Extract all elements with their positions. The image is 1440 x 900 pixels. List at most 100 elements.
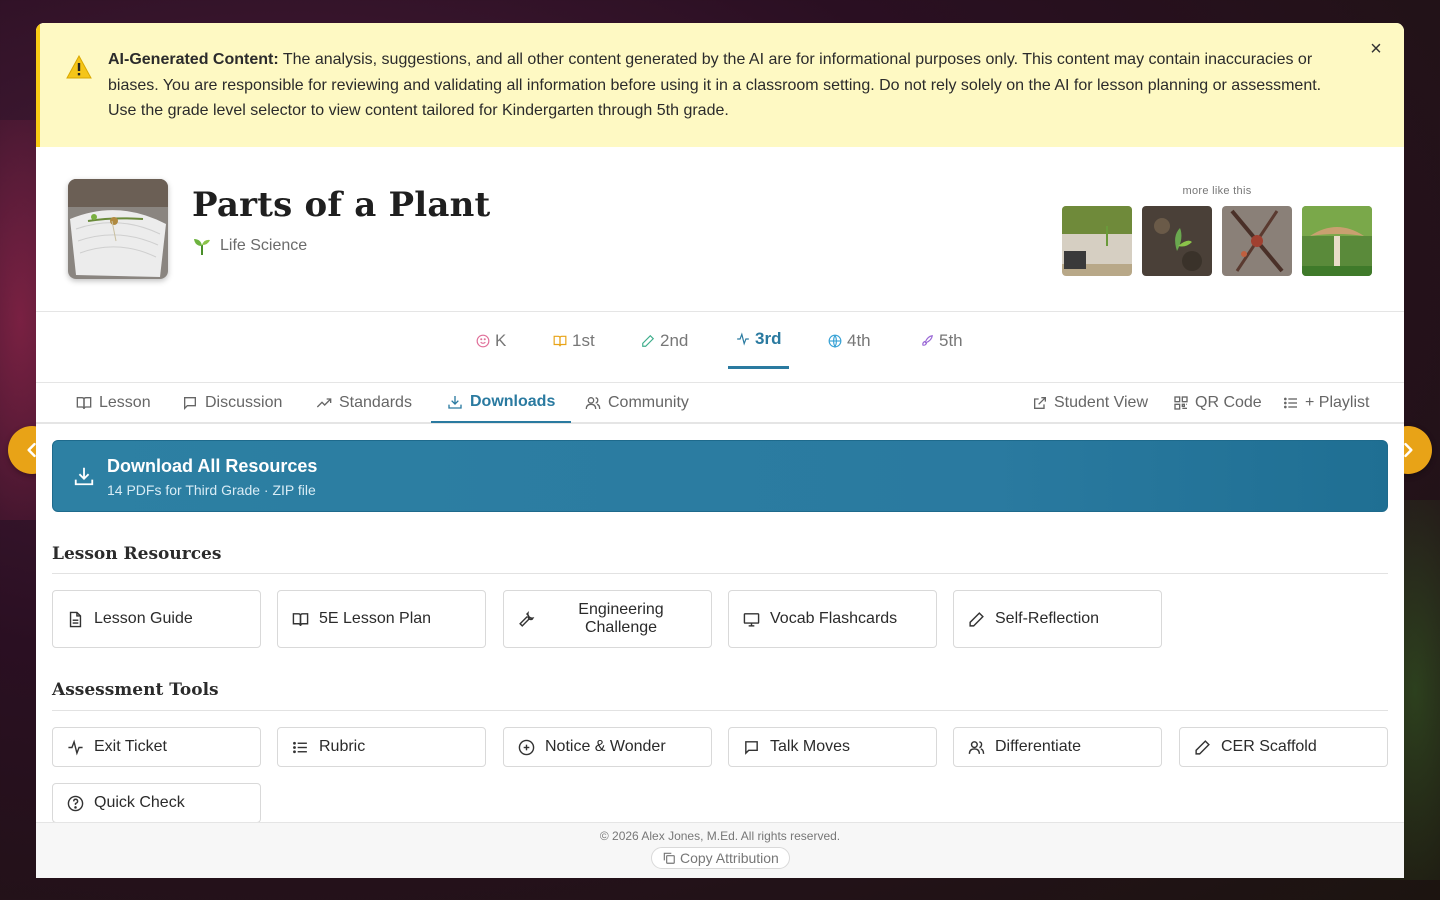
tab-label: Community <box>608 394 689 411</box>
users-icon <box>968 740 985 754</box>
smile-icon <box>476 334 490 348</box>
resource-self-reflection[interactable]: Self-Reflection <box>953 590 1162 648</box>
pencil-icon <box>642 334 655 347</box>
tool-cer-scaffold[interactable]: CER Scaffold <box>1179 727 1388 767</box>
download-all-button[interactable]: Download All Resources 14 PDFs for Third… <box>52 440 1388 512</box>
message-icon <box>184 397 196 410</box>
resource-lesson-guide[interactable]: Lesson Guide <box>52 590 261 648</box>
resource-label: Self-Reflection <box>995 610 1100 627</box>
tab-standards[interactable]: Standards <box>300 383 428 423</box>
lesson-subject: Life Science <box>192 236 307 256</box>
ai-warning-banner: AI-Generated Content: The analysis, sugg… <box>36 23 1404 147</box>
grade-label: 1st <box>572 331 595 350</box>
tool-label: Differentiate <box>995 738 1081 755</box>
download-all-subtitle: 14 PDFs for Third Grade · ZIP file <box>107 482 316 498</box>
tab-label: Discussion <box>205 394 283 411</box>
warning-label: AI-Generated Content: <box>108 51 279 68</box>
qr-code-button[interactable]: QR Code <box>1173 383 1262 423</box>
globe-icon <box>828 334 842 348</box>
grade-label: 3rd <box>755 329 782 348</box>
book-open-icon <box>76 397 92 410</box>
action-label: QR Code <box>1195 394 1262 411</box>
tool-label: Rubric <box>319 738 366 755</box>
resource-label: Vocab Flashcards <box>770 610 898 627</box>
activity-icon <box>737 332 749 346</box>
file-text-icon <box>69 611 82 627</box>
student-view-button[interactable]: Student View <box>1032 383 1148 423</box>
grade-tab-k[interactable]: K <box>468 312 514 370</box>
section-divider <box>52 710 1388 711</box>
related-lesson-thumbnail[interactable] <box>1062 206 1132 276</box>
download-all-title: Download All Resources <box>107 456 318 476</box>
tool-label: Talk Moves <box>770 738 851 755</box>
close-warning-button[interactable]: × <box>1366 39 1386 59</box>
activity-icon <box>68 738 83 756</box>
wrench-icon <box>519 610 535 627</box>
book-icon <box>553 335 567 347</box>
tab-lesson[interactable]: Lesson <box>60 383 167 423</box>
grade-tab-1st[interactable]: 1st <box>545 312 603 370</box>
copyright-text: © 2026 Alex Jones, M.Ed. All rights rese… <box>599 829 841 843</box>
pencil-icon <box>969 611 984 627</box>
section-divider <box>52 573 1388 574</box>
copy-attribution-button[interactable]: Copy Attribution <box>651 847 790 869</box>
lesson-title: Parts of a Plant <box>192 185 491 225</box>
list-icon <box>293 741 307 753</box>
attribution-label: Copy Attribution <box>680 850 779 866</box>
tool-differentiate[interactable]: Differentiate <box>953 727 1162 767</box>
grade-tab-2nd[interactable]: 2nd <box>633 312 696 370</box>
lesson-resources-heading: Lesson Resources <box>52 544 222 564</box>
resource-vocab-flashcards[interactable]: Vocab Flashcards <box>728 590 937 648</box>
users-icon <box>585 397 601 410</box>
tool-quick-check[interactable]: Quick Check <box>52 783 261 823</box>
grade-selector: K 1st 2nd 3rd 4th 5th <box>36 312 1404 383</box>
subject-label: Life Science <box>220 237 308 254</box>
tab-label: Lesson <box>99 394 151 411</box>
trending-up-icon <box>316 398 332 408</box>
tab-discussion[interactable]: Discussion <box>166 383 298 423</box>
grade-tab-5th[interactable]: 5th <box>912 312 971 370</box>
external-link-icon <box>1034 397 1046 409</box>
tool-notice-wonder[interactable]: Notice & Wonder <box>503 727 712 767</box>
related-lesson-thumbnail[interactable] <box>1302 206 1372 276</box>
resource-5e-lesson-plan[interactable]: 5E Lesson Plan <box>277 590 486 648</box>
grade-tab-3rd[interactable]: 3rd <box>728 312 790 369</box>
tool-label: CER Scaffold <box>1221 738 1317 755</box>
related-lesson-thumbnail[interactable] <box>1222 206 1292 276</box>
grade-label: 4th <box>847 331 871 350</box>
tab-community[interactable]: Community <box>569 383 705 423</box>
more-like-this-label: more like this <box>1182 185 1252 197</box>
tab-downloads[interactable]: Downloads <box>431 383 572 423</box>
tool-exit-ticket[interactable]: Exit Ticket <box>52 727 261 767</box>
lesson-tabs: Lesson Discussion Standards Downloads Co… <box>36 383 1404 424</box>
warning-text: AI-Generated Content: The analysis, sugg… <box>108 47 1348 124</box>
resource-label: Lesson Guide <box>94 610 193 627</box>
add-to-playlist-button[interactable]: + Playlist <box>1283 383 1369 423</box>
action-label: Student View <box>1054 394 1148 411</box>
warning-body: The analysis, suggestions, and all other… <box>108 51 1322 119</box>
tool-rubric[interactable]: Rubric <box>277 727 486 767</box>
grade-tab-4th[interactable]: 4th <box>820 312 879 370</box>
list-icon <box>1284 397 1297 409</box>
lesson-header: Parts of a Plant Life Science more like … <box>36 147 1404 312</box>
seedling-icon <box>194 239 210 255</box>
tool-talk-moves[interactable]: Talk Moves <box>728 727 937 767</box>
lesson-thumbnail <box>68 179 168 279</box>
resource-engineering-challenge[interactable]: Engineering Challenge <box>503 590 712 648</box>
pencil-icon <box>1195 739 1210 755</box>
lesson-modal: AI-Generated Content: The analysis, sugg… <box>36 23 1404 878</box>
tab-label: Downloads <box>470 393 556 410</box>
download-icon <box>74 467 94 486</box>
resource-label: Engineering Challenge <box>578 601 664 636</box>
help-circle-icon <box>67 795 84 811</box>
download-icon <box>448 396 462 409</box>
grade-label: 2nd <box>660 331 689 350</box>
modal-footer: © 2026 Alex Jones, M.Ed. All rights rese… <box>36 822 1404 878</box>
rocket-icon <box>922 335 933 346</box>
assessment-tools-heading: Assessment Tools <box>52 680 219 700</box>
tool-label: Quick Check <box>94 794 185 811</box>
copy-icon <box>663 852 675 864</box>
tool-label: Exit Ticket <box>94 738 167 755</box>
grade-label: 5th <box>939 331 963 350</box>
related-lesson-thumbnail[interactable] <box>1142 206 1212 276</box>
